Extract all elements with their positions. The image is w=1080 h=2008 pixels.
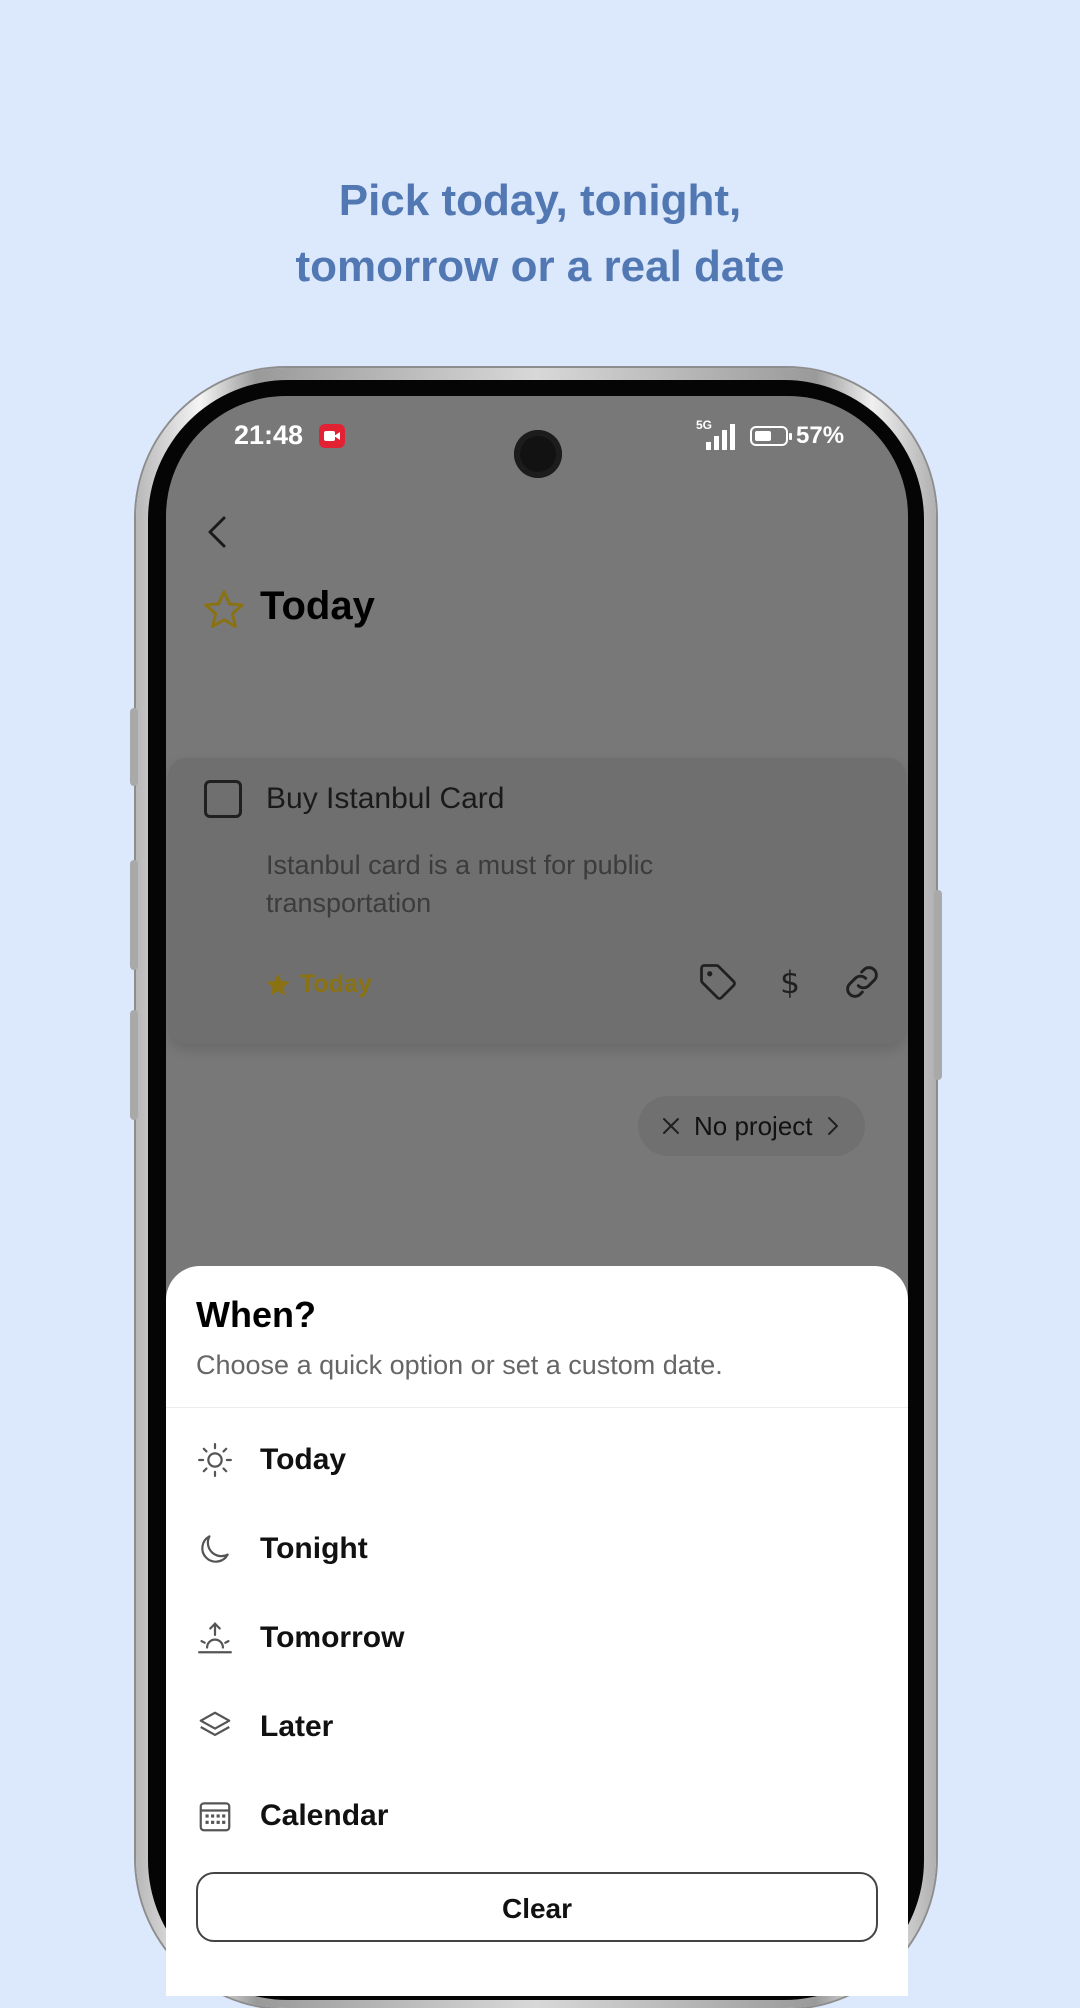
volume-button <box>130 860 138 970</box>
sun-icon <box>196 1441 234 1479</box>
option-tomorrow[interactable]: Tomorrow <box>196 1602 876 1674</box>
option-label: Tonight <box>260 1532 368 1565</box>
task-checkbox[interactable] <box>204 780 242 818</box>
calendar-icon <box>196 1797 234 1835</box>
moon-icon <box>196 1530 234 1568</box>
task-when-label: Today <box>300 970 372 998</box>
tag-button[interactable] <box>696 960 740 1004</box>
marketing-headline: Pick today, tonight, tomorrow or a real … <box>0 168 1080 300</box>
option-tonight[interactable]: Tonight <box>196 1513 876 1585</box>
star-filled-icon <box>266 972 290 995</box>
option-label: Calendar <box>260 1799 389 1832</box>
battery-icon <box>750 426 792 446</box>
status-time: 21:48 <box>234 420 304 450</box>
option-calendar[interactable]: Calendar <box>196 1780 876 1852</box>
task-title[interactable]: Buy Istanbul Card <box>266 782 504 816</box>
star-outline-icon <box>202 588 246 632</box>
power-button <box>934 890 942 1080</box>
network-type: 5G <box>696 418 713 432</box>
headline-line-1: Pick today, tonight, <box>338 176 742 225</box>
chevron-left-icon <box>208 516 226 548</box>
option-label: Later <box>260 1710 334 1743</box>
phone-screen: 21:48 5G 57% Today Buy Istanbul Card Ist… <box>166 396 908 1996</box>
task-description[interactable]: Istanbul card is a must for public trans… <box>266 846 746 922</box>
sheet-divider <box>166 1407 908 1408</box>
option-label: Today <box>260 1443 347 1476</box>
when-bottom-sheet: When? Choose a quick option or set a cus… <box>166 1266 908 1996</box>
option-today[interactable]: Today <box>196 1424 876 1496</box>
dollar-icon: $ <box>780 965 800 1001</box>
link-icon <box>846 966 878 998</box>
clear-button[interactable]: Clear <box>196 1872 878 1942</box>
signal-icon: 5G <box>696 418 738 450</box>
link-button[interactable] <box>840 960 884 1004</box>
task-when-badge[interactable]: Today <box>264 970 372 999</box>
battery-fill <box>755 431 771 441</box>
cost-button[interactable]: $ <box>768 960 812 1004</box>
svg-text:$: $ <box>780 965 800 1001</box>
project-chip-label: No project <box>694 1110 813 1141</box>
chevron-right-icon <box>827 1117 838 1135</box>
headline-line-2: tomorrow or a real date <box>295 242 785 291</box>
tag-icon <box>700 964 736 1000</box>
back-button[interactable] <box>200 514 236 550</box>
sheet-title: When? <box>196 1294 316 1335</box>
screen-record-icon <box>319 424 345 448</box>
sunrise-icon <box>196 1619 234 1657</box>
front-camera <box>514 430 562 478</box>
project-chip[interactable]: No project <box>638 1096 865 1156</box>
page-title: Today <box>260 584 375 628</box>
task-actions: $ <box>696 960 884 1004</box>
close-icon[interactable] <box>660 1115 682 1137</box>
volume-button <box>130 1010 138 1120</box>
option-label: Tomorrow <box>260 1621 405 1654</box>
layers-icon <box>196 1708 234 1746</box>
sheet-subtitle: Choose a quick option or set a custom da… <box>196 1350 723 1380</box>
option-later[interactable]: Later <box>196 1691 876 1763</box>
volume-button <box>130 708 138 786</box>
battery-percent: 57% <box>796 422 845 449</box>
task-card[interactable]: Buy Istanbul Card Istanbul card is a mus… <box>168 758 906 1044</box>
